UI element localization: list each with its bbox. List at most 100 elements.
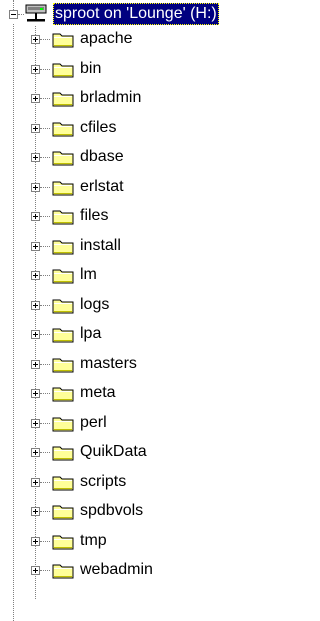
expand-toggle[interactable] [31, 183, 40, 192]
tree-line [40, 423, 50, 424]
tree-folder-label[interactable]: erlstat [80, 176, 124, 198]
folder-icon [52, 63, 74, 78]
tree-folder-row[interactable]: apache [0, 28, 287, 54]
folder-icon [52, 358, 74, 373]
folder-icon [52, 328, 74, 343]
tree-line [40, 511, 50, 512]
tree-folder-row[interactable]: dbase [0, 146, 287, 172]
tree-line [40, 275, 50, 276]
tree-folder-label[interactable]: lpa [80, 323, 101, 345]
expand-toggle[interactable] [31, 124, 40, 133]
tree-line [40, 541, 50, 542]
tree-folder-row[interactable]: tmp [0, 530, 287, 556]
tree-folder-label[interactable]: lm [80, 264, 97, 286]
expand-toggle[interactable] [31, 389, 40, 398]
tree-root-label[interactable]: sproot on 'Lounge' (H:) [53, 3, 219, 25]
tree-line [40, 187, 50, 188]
tree-folder-label[interactable]: dbase [80, 146, 124, 168]
expand-toggle[interactable] [31, 537, 40, 546]
tree-folder-label[interactable]: brladmin [80, 87, 141, 109]
tree-folder-label[interactable]: spdbvols [80, 500, 143, 522]
tree-folder-row[interactable]: meta [0, 382, 287, 408]
expand-toggle[interactable] [31, 419, 40, 428]
tree-folder-label[interactable]: perl [80, 412, 107, 434]
tree-line [40, 69, 50, 70]
folder-icon [52, 387, 74, 402]
tree-line [40, 98, 50, 99]
tree-line [40, 128, 50, 129]
tree-folder-label[interactable]: meta [80, 382, 116, 404]
tree-line [40, 570, 50, 571]
tree-folder-label[interactable]: scripts [80, 471, 126, 493]
tree-folder-label[interactable]: masters [80, 353, 137, 375]
tree-line [40, 334, 50, 335]
tree-line [40, 393, 50, 394]
folder-icon [52, 299, 74, 314]
folder-icon [52, 476, 74, 491]
folder-icon [52, 564, 74, 579]
tree-folder-label[interactable]: webadmin [80, 559, 153, 581]
tree-folder-label[interactable]: bin [80, 58, 101, 80]
tree-folder-row[interactable]: QuikData [0, 441, 287, 467]
tree-folder-row[interactable]: erlstat [0, 176, 287, 202]
tree-folder-row[interactable]: scripts [0, 471, 287, 497]
tree-folder-row[interactable]: webadmin [0, 559, 287, 585]
tree-folder-row[interactable]: install [0, 235, 287, 261]
tree-line [40, 39, 50, 40]
expand-toggle[interactable] [31, 566, 40, 575]
expand-toggle[interactable] [31, 330, 40, 339]
tree-folder-row[interactable]: lm [0, 264, 287, 290]
tree-folder-row[interactable]: perl [0, 412, 287, 438]
expand-toggle[interactable] [31, 35, 40, 44]
tree-line [40, 482, 50, 483]
expand-toggle[interactable] [31, 212, 40, 221]
tree-folder-label[interactable]: logs [80, 294, 109, 316]
tree-folder-row[interactable]: cfiles [0, 117, 287, 143]
tree-folder-label[interactable]: install [80, 235, 121, 257]
expand-toggle[interactable] [31, 271, 40, 280]
folder-icon [52, 446, 74, 461]
tree-folder-row[interactable]: masters [0, 353, 287, 379]
collapse-toggle[interactable] [9, 10, 18, 19]
tree-folder-row[interactable]: lpa [0, 323, 287, 349]
folder-icon [52, 210, 74, 225]
tree-line [40, 305, 50, 306]
folder-icon [52, 240, 74, 255]
tree-folder-label[interactable]: apache [80, 28, 133, 50]
folder-icon [52, 151, 74, 166]
tree-folder-label[interactable]: tmp [80, 530, 107, 552]
folder-icon [52, 33, 74, 48]
tree-folder-row[interactable]: bin [0, 58, 287, 84]
tree-folder-row[interactable]: spdbvols [0, 500, 287, 526]
tree-folder-row[interactable]: logs [0, 294, 287, 320]
tree-line [40, 157, 50, 158]
folder-icon [52, 417, 74, 432]
tree-folder-label[interactable]: cfiles [80, 117, 116, 139]
tree-root-row[interactable]: sproot on 'Lounge' (H:) [0, 3, 287, 29]
expand-toggle[interactable] [31, 153, 40, 162]
tree-folder-label[interactable]: files [80, 205, 108, 227]
expand-toggle[interactable] [31, 448, 40, 457]
expand-toggle[interactable] [31, 94, 40, 103]
network-drive-icon [25, 4, 47, 22]
expand-toggle[interactable] [31, 301, 40, 310]
folder-tree: sproot on 'Lounge' (H:) apache bin brladmi… [0, 0, 287, 621]
tree-line [40, 216, 50, 217]
folder-icon [52, 269, 74, 284]
folder-icon [52, 535, 74, 550]
expand-toggle[interactable] [31, 242, 40, 251]
tree-folder-row[interactable]: brladmin [0, 87, 287, 113]
folder-icon [52, 122, 74, 137]
tree-line [40, 364, 50, 365]
tree-folder-row[interactable]: files [0, 205, 287, 231]
expand-toggle[interactable] [31, 478, 40, 487]
tree-folder-label[interactable]: QuikData [80, 441, 147, 463]
expand-toggle[interactable] [31, 360, 40, 369]
tree-line [40, 452, 50, 453]
expand-toggle[interactable] [31, 507, 40, 516]
folder-icon [52, 181, 74, 196]
folder-icon [52, 505, 74, 520]
expand-toggle[interactable] [31, 65, 40, 74]
folder-icon [52, 92, 74, 107]
tree-line [40, 246, 50, 247]
